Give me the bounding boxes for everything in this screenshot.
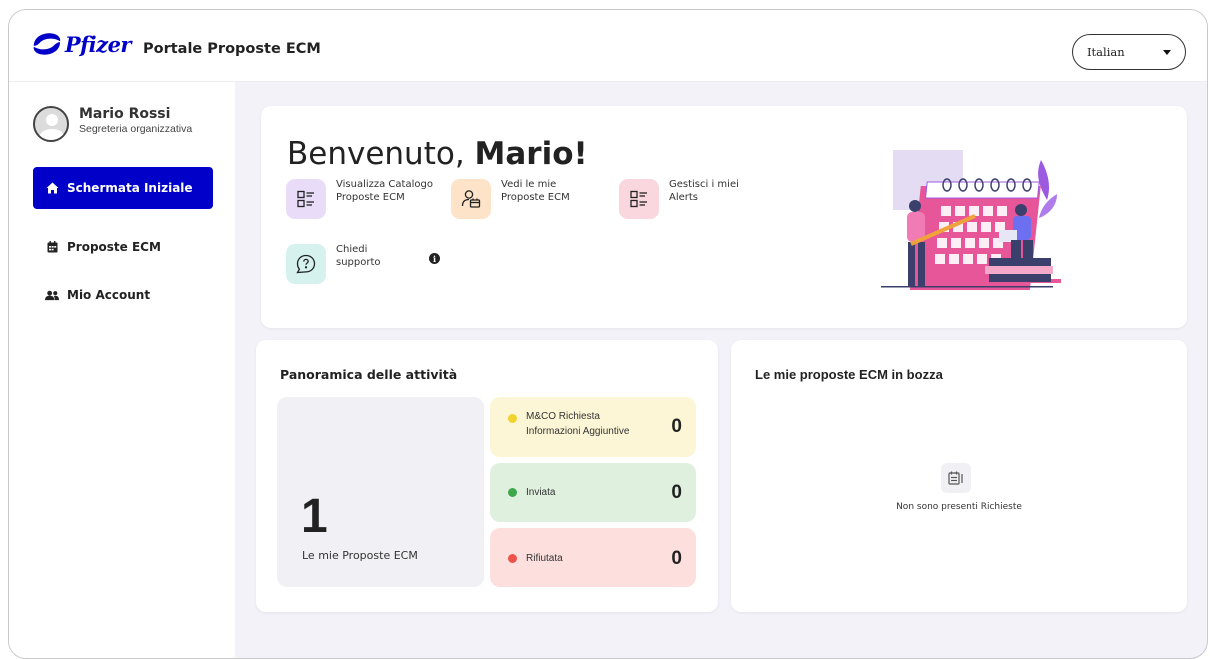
status-dot-icon: [508, 488, 517, 497]
info-icon[interactable]: i: [429, 253, 440, 264]
home-icon: [45, 181, 59, 195]
total-proposals-label: Le mie Proposte ECM: [302, 549, 418, 562]
help-icon: [286, 244, 326, 284]
avatar: [33, 106, 69, 142]
status-value: 0: [671, 416, 682, 437]
calendar-illustration: [881, 150, 1061, 290]
welcome-card: Benvenuto, Mario! Visualizza Catalogo Pr…: [261, 106, 1187, 328]
sidebar-item-account[interactable]: Mio Account: [33, 274, 213, 316]
app-window: Pfizer Portale Proposte ECM Italian Mari…: [8, 9, 1208, 659]
sidebar-item-label: Mio Account: [67, 288, 151, 302]
overview-title: Panoramica delle attività: [280, 367, 458, 382]
action-label: Vedi le mie Proposte ECM: [501, 179, 570, 203]
status-tile-info-request[interactable]: M&CO Richiesta Informazioni Aggiuntive 0: [490, 397, 696, 457]
action-manage-alerts[interactable]: Gestisci i miei Alerts: [619, 179, 759, 219]
status-tile-sent[interactable]: Inviata 0: [490, 463, 696, 522]
total-proposals-value: 1: [301, 490, 328, 543]
empty-list-icon: [941, 463, 971, 493]
language-value: Italian: [1087, 45, 1125, 59]
user-name: Mario Rossi: [79, 106, 171, 122]
status-value: 0: [671, 482, 682, 503]
overview-card: Panoramica delle attività 1 Le mie Propo…: [256, 340, 718, 612]
top-header: Pfizer Portale Proposte ECM Italian: [9, 10, 1207, 82]
drafts-card: Le mie proposte ECM in bozza Non sono pr…: [731, 340, 1187, 612]
empty-state-text: Non sono presenti Richieste: [896, 502, 1022, 512]
logo-text: Pfizer: [64, 31, 132, 57]
drafts-title: Le mie proposte ECM in bozza: [755, 367, 943, 382]
calendar-icon: [45, 240, 59, 254]
caret-down-icon: [1163, 50, 1171, 55]
action-support[interactable]: Chiedi supporto: [286, 244, 398, 284]
user-profile: Mario Rossi Segreteria organizzativa: [33, 106, 192, 142]
action-view-catalog[interactable]: Visualizza Catalogo Proposte ECM: [286, 179, 442, 219]
sidebar-item-label: Schermata Iniziale: [67, 181, 193, 195]
alert-list-icon: [619, 179, 659, 219]
portal-title: Portale Proposte ECM: [143, 41, 321, 57]
action-label: Chiedi supporto: [336, 244, 381, 268]
sidebar-item-label: Proposte ECM: [67, 240, 161, 254]
pfizer-logo-mark-icon: [33, 33, 61, 55]
user-role: Segreteria organizzativa: [79, 123, 193, 135]
user-folder-icon: [451, 179, 491, 219]
status-value: 0: [671, 548, 682, 569]
action-my-proposals[interactable]: Vedi le mie Proposte ECM: [451, 179, 591, 219]
status-tile-rejected[interactable]: Rifiutata 0: [490, 528, 696, 587]
sidebar-item-home[interactable]: Schermata Iniziale: [33, 167, 213, 209]
status-dot-icon: [508, 554, 517, 563]
sidebar: Mario Rossi Segreteria organizzativa Sch…: [9, 82, 235, 658]
catalog-list-icon: [286, 179, 326, 219]
language-select[interactable]: Italian: [1072, 34, 1186, 70]
users-icon: [45, 288, 59, 302]
sidebar-item-proposte[interactable]: Proposte ECM: [33, 226, 213, 268]
total-proposals-tile[interactable]: 1 Le mie Proposte ECM: [277, 397, 484, 587]
status-dot-icon: [508, 414, 517, 423]
welcome-title: Benvenuto, Mario!: [287, 136, 588, 172]
status-label: Inviata: [526, 487, 556, 498]
status-label: Rifiutata: [526, 553, 563, 564]
pfizer-logo[interactable]: Pfizer: [31, 28, 132, 60]
status-label: M&CO Richiesta Informazioni Aggiuntive: [526, 411, 630, 437]
action-label: Visualizza Catalogo Proposte ECM: [336, 179, 433, 203]
action-label: Gestisci i miei Alerts: [669, 179, 739, 203]
